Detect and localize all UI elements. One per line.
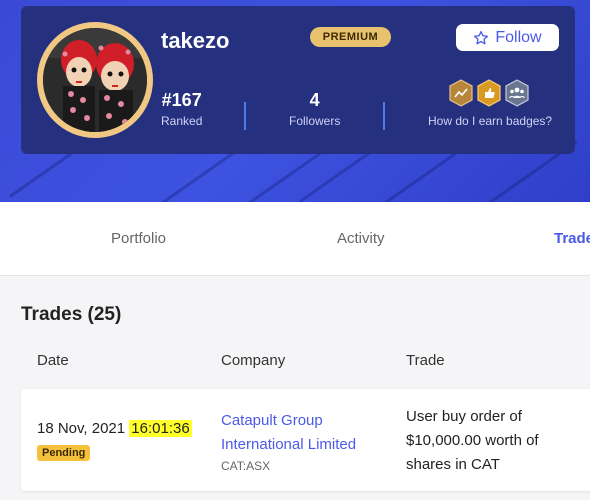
username: takezo	[161, 28, 230, 53]
avatar[interactable]	[43, 28, 147, 132]
stat-divider	[383, 102, 385, 130]
trade-description: User buy order of $10,000.00 worth of sh…	[406, 408, 539, 473]
avatar-image	[43, 28, 147, 132]
company-ticker: CAT:ASX	[221, 459, 271, 473]
followers-label: Followers	[289, 114, 341, 128]
chart-badge-icon[interactable]	[449, 79, 473, 107]
banner-stripe	[229, 146, 330, 202]
column-header-company: Company	[221, 352, 286, 369]
star-icon	[474, 30, 489, 44]
trade-row[interactable]: 18 Nov, 2021 16:01:36 Pending Catapult G…	[21, 389, 590, 491]
rank-stat: #167 Ranked	[161, 90, 202, 128]
company-link[interactable]: Catapult Group International Limited	[221, 409, 381, 457]
group-badge-icon[interactable]	[505, 79, 529, 107]
status-badge: Pending	[37, 445, 91, 461]
avatar-ring	[37, 22, 153, 138]
followers-value: 4	[309, 90, 320, 110]
premium-badge: PREMIUM	[310, 27, 391, 47]
follow-button[interactable]: Follow	[456, 24, 559, 51]
badges-help-link[interactable]: How do I earn badges?	[428, 114, 552, 128]
rank-value: #167	[161, 90, 202, 110]
tab-activity[interactable]: Activity	[337, 230, 385, 247]
column-header-trade: Trade	[406, 352, 445, 369]
profile-card: takezo PREMIUM Follow #167 Ranked 4 Foll…	[21, 6, 575, 154]
stat-divider	[244, 102, 246, 130]
follow-label: Follow	[495, 28, 542, 46]
column-header-date: Date	[37, 352, 69, 369]
trades-heading: Trades (25)	[21, 304, 122, 325]
rank-label: Ranked	[161, 114, 203, 128]
tab-portfolio[interactable]: Portfolio	[111, 230, 166, 247]
badges-row	[449, 79, 529, 107]
trade-datetime: 18 Nov, 2021 16:01:36	[37, 420, 192, 437]
trade-time: 16:01:36	[129, 420, 192, 437]
profile-banner: takezo PREMIUM Follow #167 Ranked 4 Foll…	[0, 0, 590, 202]
profile-tabs: Portfolio Activity Trade	[0, 202, 590, 276]
trade-date: 18 Nov, 2021	[37, 420, 126, 437]
followers-stat[interactable]: 4 Followers	[289, 90, 340, 128]
thumbs-up-badge-icon[interactable]	[477, 79, 501, 107]
tab-trades[interactable]: Trade	[554, 230, 590, 247]
